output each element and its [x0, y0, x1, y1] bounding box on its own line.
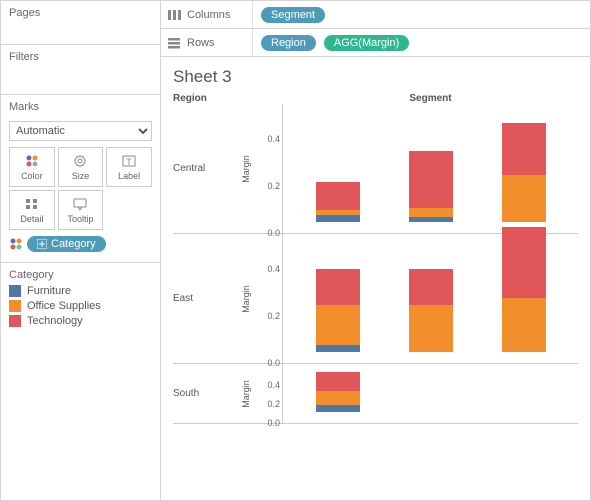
- legend-item-furniture[interactable]: Furniture: [9, 285, 152, 297]
- y-tick: 0.2: [267, 399, 280, 409]
- tooltip-button[interactable]: Tooltip: [58, 190, 104, 230]
- bar-segment: [502, 175, 546, 222]
- bar-segment: [409, 217, 453, 222]
- color-button[interactable]: Color: [9, 147, 55, 187]
- bar-segment: [316, 372, 360, 391]
- stacked-bar[interactable]: [502, 123, 546, 222]
- y-axis-label: Margin: [241, 380, 251, 408]
- filters-title: Filters: [9, 51, 152, 63]
- rows-pill-region[interactable]: Region: [261, 35, 316, 51]
- label-button[interactable]: T Label: [106, 147, 152, 187]
- detail-button[interactable]: Detail: [9, 190, 55, 230]
- marks-type-select[interactable]: Automatic: [9, 121, 152, 141]
- swatch-icon: [9, 285, 21, 297]
- bar-segment: [316, 391, 360, 405]
- stacked-bar[interactable]: [409, 151, 453, 222]
- size-button[interactable]: Size: [58, 147, 104, 187]
- columns-pill-segment[interactable]: Segment: [261, 7, 325, 23]
- region-label: East: [173, 234, 233, 363]
- svg-text:T: T: [126, 157, 132, 167]
- bar-segment: [502, 123, 546, 175]
- tooltip-icon: [72, 197, 88, 211]
- pages-panel[interactable]: Pages: [1, 1, 160, 45]
- stacked-bar[interactable]: [316, 372, 360, 412]
- legend-item-technology[interactable]: Technology: [9, 315, 152, 327]
- filters-panel[interactable]: Filters: [1, 45, 160, 95]
- label-icon: T: [121, 154, 137, 168]
- color-icon: [9, 237, 23, 251]
- columns-shelf[interactable]: Columns Segment: [161, 1, 590, 29]
- row-header: Region: [173, 93, 233, 104]
- bar-segment: [409, 305, 453, 352]
- columns-icon: [167, 9, 181, 21]
- y-axis-label: Margin: [241, 285, 251, 313]
- color-icon: [24, 154, 40, 168]
- legend-item-office-supplies[interactable]: Office Supplies: [9, 300, 152, 312]
- chart-row: SouthMargin0.00.20.4: [173, 364, 578, 424]
- y-tick: 0.4: [267, 134, 280, 144]
- bar-segment: [316, 269, 360, 304]
- rows-pill-margin[interactable]: AGG(Margin): [324, 35, 409, 51]
- columns-label: Columns: [187, 9, 230, 21]
- y-tick: 0.2: [267, 181, 280, 191]
- bar-segment: [409, 208, 453, 217]
- swatch-icon: [9, 315, 21, 327]
- marks-title: Marks: [9, 101, 152, 113]
- bar-segment: [409, 269, 453, 304]
- bar-segment: [316, 182, 360, 210]
- size-icon: [72, 154, 88, 168]
- col-header: Segment: [283, 93, 578, 104]
- rows-shelf[interactable]: Rows Region AGG(Margin): [161, 29, 590, 57]
- stacked-bar[interactable]: [409, 269, 453, 352]
- legend-title: Category: [9, 269, 152, 281]
- stacked-bar[interactable]: [316, 269, 360, 352]
- marks-category-pill[interactable]: Category: [27, 236, 106, 252]
- bar-segment: [409, 151, 453, 208]
- rows-label: Rows: [187, 37, 215, 49]
- y-tick: 0.0: [267, 418, 280, 428]
- main-area: Columns Segment Rows Region AGG(Margin) …: [161, 1, 590, 500]
- rows-icon: [167, 37, 181, 49]
- region-label: South: [173, 364, 233, 423]
- plus-icon: [37, 239, 47, 249]
- side-panels: Pages Filters Marks Automatic Color Size…: [1, 1, 161, 500]
- bar-segment: [316, 305, 360, 345]
- y-tick: 0.4: [267, 264, 280, 274]
- stacked-bar[interactable]: [316, 182, 360, 222]
- detail-icon: [24, 197, 40, 211]
- stacked-bar[interactable]: [502, 227, 546, 352]
- chart-row: EastMargin0.00.20.4: [173, 234, 578, 364]
- y-tick: 0.2: [267, 311, 280, 321]
- bar-segment: [316, 215, 360, 222]
- swatch-icon: [9, 300, 21, 312]
- sheet-view: Sheet 3 Region Segment Central Margin 0.0 0…: [161, 57, 590, 500]
- region-label: Central: [173, 104, 233, 233]
- bar-segment: [316, 345, 360, 352]
- y-axis-label: Margin: [241, 155, 251, 183]
- bar-segment: [316, 405, 360, 412]
- sheet-title[interactable]: Sheet 3: [173, 67, 578, 87]
- legend-panel: Category Furniture Office Supplies Techn…: [1, 263, 160, 500]
- marks-panel: Marks Automatic Color Size T Label: [1, 95, 160, 263]
- y-tick: 0.4: [267, 380, 280, 390]
- pages-title: Pages: [9, 7, 152, 19]
- bar-segment: [502, 227, 546, 298]
- bar-segment: [502, 298, 546, 352]
- chart-row: CentralMargin0.00.20.4: [173, 104, 578, 234]
